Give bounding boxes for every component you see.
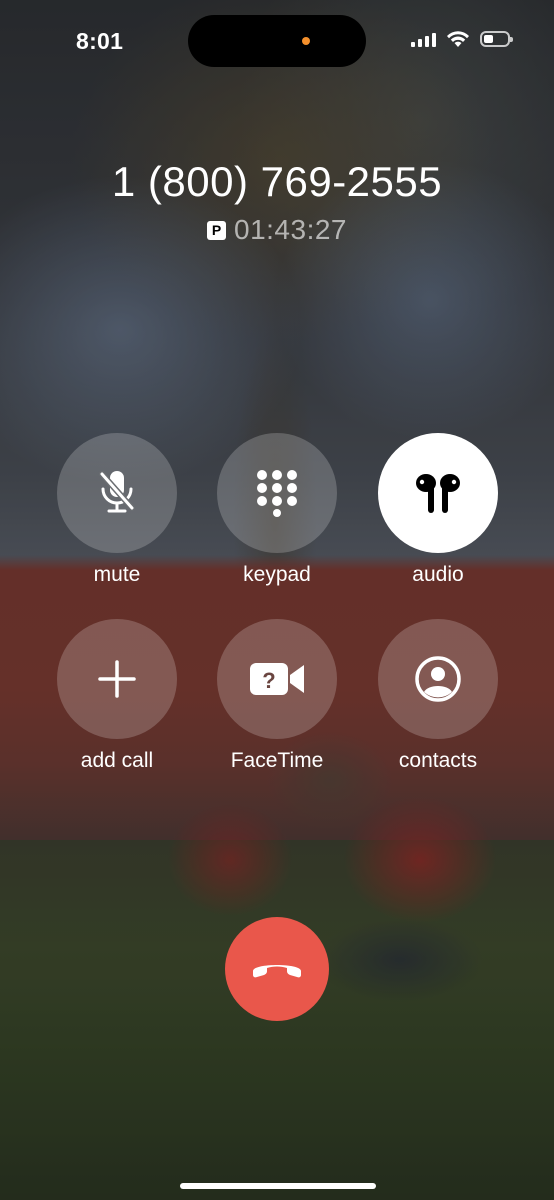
wifi-icon xyxy=(447,31,469,47)
mute-button[interactable]: mute xyxy=(57,433,177,587)
dynamic-island[interactable] xyxy=(188,15,366,67)
contacts-circle[interactable] xyxy=(378,619,498,739)
airpods-icon xyxy=(416,474,460,513)
add-call-circle[interactable] xyxy=(57,619,177,739)
audio-label: audio xyxy=(412,563,464,586)
facetime-button[interactable]: ? FaceTime xyxy=(217,619,337,773)
keypad-circle[interactable] xyxy=(217,433,337,553)
mute-circle[interactable] xyxy=(57,433,177,553)
caller-info: 1 (800) 769-2555 P 01:43:27 xyxy=(0,158,554,246)
status-time: 8:01 xyxy=(76,28,124,54)
contacts-button[interactable]: contacts xyxy=(378,619,498,773)
status-bar: 8:01 xyxy=(0,0,554,80)
call-duration: 01:43:27 xyxy=(234,214,347,245)
mute-label: mute xyxy=(93,563,141,586)
facetime-label: FaceTime xyxy=(230,749,324,772)
call-status: P 01:43:27 xyxy=(0,214,554,246)
audio-button[interactable]: audio xyxy=(378,433,498,587)
keypad-icon xyxy=(257,470,297,517)
keypad-label: keypad xyxy=(243,563,311,586)
keypad-button[interactable]: keypad xyxy=(217,433,337,587)
parking-badge-icon: P xyxy=(207,220,226,240)
caller-number: 1 (800) 769-2555 xyxy=(111,158,443,205)
mic-slash-icon xyxy=(99,471,135,513)
end-call-button[interactable] xyxy=(225,917,329,1021)
plus-icon xyxy=(98,660,136,698)
svg-text:?: ? xyxy=(262,668,275,693)
phone-hangup-icon xyxy=(253,965,301,978)
add-call-button[interactable]: add call xyxy=(57,619,177,773)
status-icons xyxy=(411,30,513,48)
contacts-label: contacts xyxy=(398,749,478,772)
signal-icon xyxy=(411,31,436,47)
contact-icon xyxy=(415,656,461,702)
add-call-label: add call xyxy=(80,749,154,772)
privacy-indicator xyxy=(302,37,310,45)
home-indicator[interactable] xyxy=(180,1183,376,1189)
facetime-circle[interactable]: ? xyxy=(217,619,337,739)
facetime-icon: ? xyxy=(250,663,304,695)
battery-icon xyxy=(480,31,513,47)
audio-circle[interactable] xyxy=(378,433,498,553)
